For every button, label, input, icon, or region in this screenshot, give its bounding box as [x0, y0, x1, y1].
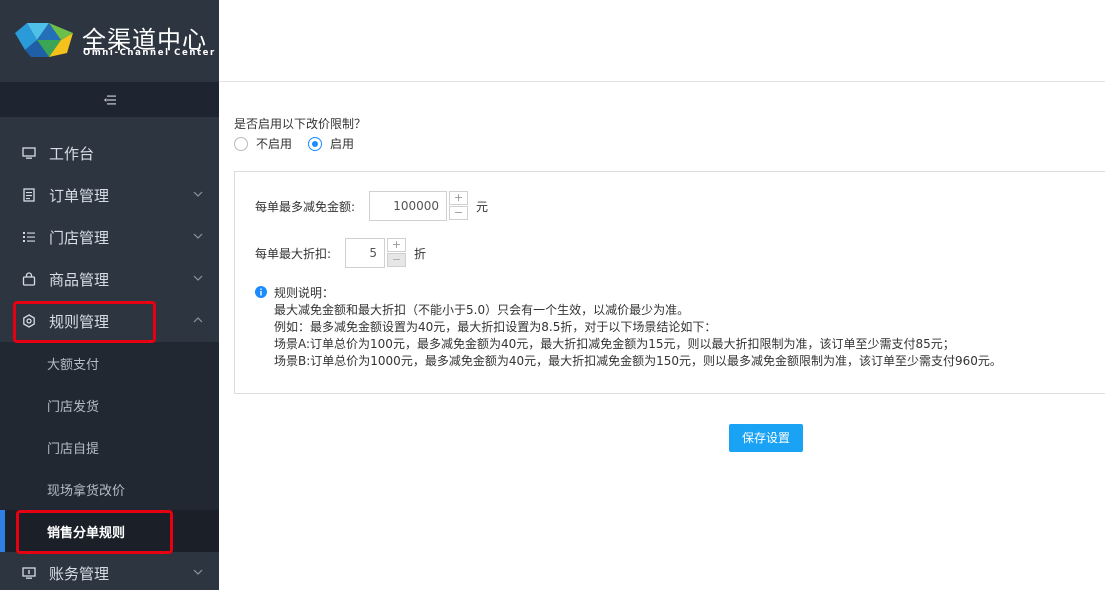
- top-header: [219, 0, 1105, 82]
- radio-circle[interactable]: [308, 136, 323, 151]
- enable-radio-group: 不启用 启用: [234, 135, 370, 152]
- submenu-item-store-pickup[interactable]: 门店自提: [0, 426, 219, 468]
- account-icon: [22, 566, 36, 580]
- menu-fold-icon: [103, 95, 116, 104]
- max-amount-row: 每单最多减免金额: 100000 + − 元: [255, 191, 488, 221]
- gear-icon: [22, 314, 36, 328]
- radio-label: 启用: [330, 137, 355, 151]
- sidebar-item-label: 门店管理: [49, 228, 110, 247]
- sidebar-item-orders[interactable]: 订单管理: [0, 174, 219, 216]
- submenu-item-store-delivery[interactable]: 门店发货: [0, 384, 219, 426]
- max-discount-input-group: 5 + −: [345, 238, 406, 268]
- brand-area: 全渠道中心 Omni-Channel Center: [0, 0, 219, 82]
- increment-button[interactable]: +: [387, 238, 406, 252]
- chevron-up-icon: [193, 317, 203, 323]
- price-limit-question: 是否启用以下改价限制？: [234, 117, 367, 131]
- max-discount-input[interactable]: 5: [345, 238, 385, 268]
- main-content: 是否启用以下改价限制？ 不启用 启用 每单最多减免金额: 100000 + − …: [219, 82, 1105, 590]
- max-discount-stepper: + −: [387, 238, 406, 268]
- sidebar-item-products[interactable]: 商品管理: [0, 258, 219, 300]
- max-discount-unit: 折: [414, 246, 427, 261]
- rules-description: 规则说明： 最大减免金额和最大折扣（不能小于5.0）只会有一个生效，以减价最少为…: [255, 285, 1002, 370]
- radio-disable[interactable]: 不启用: [234, 135, 292, 152]
- bag-icon: [22, 272, 36, 286]
- chevron-down-icon: [193, 191, 203, 197]
- rules-line: 例如：最多减免金额设置为40元，最大折扣设置为8.5折，对于以下场景结论如下：: [274, 320, 717, 334]
- sidebar-item-label: 订单管理: [49, 186, 110, 205]
- radio-label: 不启用: [256, 137, 293, 151]
- sidebar-item-workbench[interactable]: 工作台: [0, 132, 219, 174]
- rules-title: 规则说明：: [274, 286, 335, 300]
- max-amount-label: 每单最多减免金额:: [255, 199, 356, 214]
- info-icon: [255, 286, 267, 298]
- sidebar-item-stores[interactable]: 门店管理: [0, 216, 219, 258]
- chevron-down-icon: [193, 233, 203, 239]
- brand-subtitle: Omni-Channel Center: [83, 48, 216, 58]
- increment-button[interactable]: +: [449, 191, 468, 205]
- list-icon: [22, 230, 36, 244]
- sidebar-menu: 工作台 订单管理 门店管理 商品管理 规则管理 大额支付 门店发货 门店自提 现…: [0, 132, 219, 590]
- max-amount-unit: 元: [476, 199, 489, 214]
- submenu-item-large-payment[interactable]: 大额支付: [0, 342, 219, 384]
- sidebar-item-accounts[interactable]: 账务管理: [0, 552, 219, 590]
- rules-line: 场景A:订单总价为100元，最多减免金额为40元，最大折扣减免金额为15元，则以…: [274, 337, 955, 351]
- sidebar-item-label: 工作台: [49, 144, 95, 163]
- chevron-down-icon: [193, 569, 203, 575]
- decrement-button[interactable]: −: [449, 206, 468, 220]
- decrement-button[interactable]: −: [387, 253, 406, 267]
- limit-settings-panel: 每单最多减免金额: 100000 + − 元 每单最大折扣: 5 + − 折 规…: [234, 171, 1105, 394]
- rules-submenu: 大额支付 门店发货 门店自提 现场拿货改价 销售分单规则: [0, 342, 219, 552]
- sidebar-collapse-toggle[interactable]: [0, 82, 219, 117]
- max-amount-input[interactable]: 100000: [369, 191, 447, 221]
- rules-line: 场景B:订单总价为1000元，最多减免金额为40元，最大折扣减免金额为150元，…: [274, 354, 1002, 368]
- logo-icon: [15, 23, 73, 57]
- max-amount-input-group: 100000 + −: [369, 191, 468, 221]
- sidebar: 全渠道中心 Omni-Channel Center 工作台 订单管理 门店管理 …: [0, 0, 219, 590]
- save-settings-button[interactable]: 保存设置: [729, 424, 803, 452]
- monitor-icon: [22, 146, 36, 160]
- radio-enable[interactable]: 启用: [308, 135, 354, 152]
- sidebar-item-label: 商品管理: [49, 270, 110, 289]
- submenu-item-onsite-price-change[interactable]: 现场拿货改价: [0, 468, 219, 510]
- rules-text: 规则说明： 最大减免金额和最大折扣（不能小于5.0）只会有一个生效，以减价最少为…: [274, 285, 1002, 370]
- max-amount-stepper: + −: [449, 191, 468, 221]
- sidebar-item-label: 规则管理: [49, 312, 110, 331]
- submenu-item-sales-split-rules[interactable]: 销售分单规则: [0, 510, 219, 552]
- order-icon: [22, 188, 36, 202]
- max-discount-row: 每单最大折扣: 5 + − 折: [255, 238, 426, 268]
- rules-line: 最大减免金额和最大折扣（不能小于5.0）只会有一个生效，以减价最少为准。: [274, 303, 690, 317]
- max-discount-label: 每单最大折扣:: [255, 246, 332, 261]
- radio-circle[interactable]: [234, 136, 248, 151]
- sidebar-item-label: 账务管理: [49, 564, 110, 583]
- chevron-down-icon: [193, 275, 203, 281]
- sidebar-item-rules[interactable]: 规则管理: [0, 300, 219, 342]
